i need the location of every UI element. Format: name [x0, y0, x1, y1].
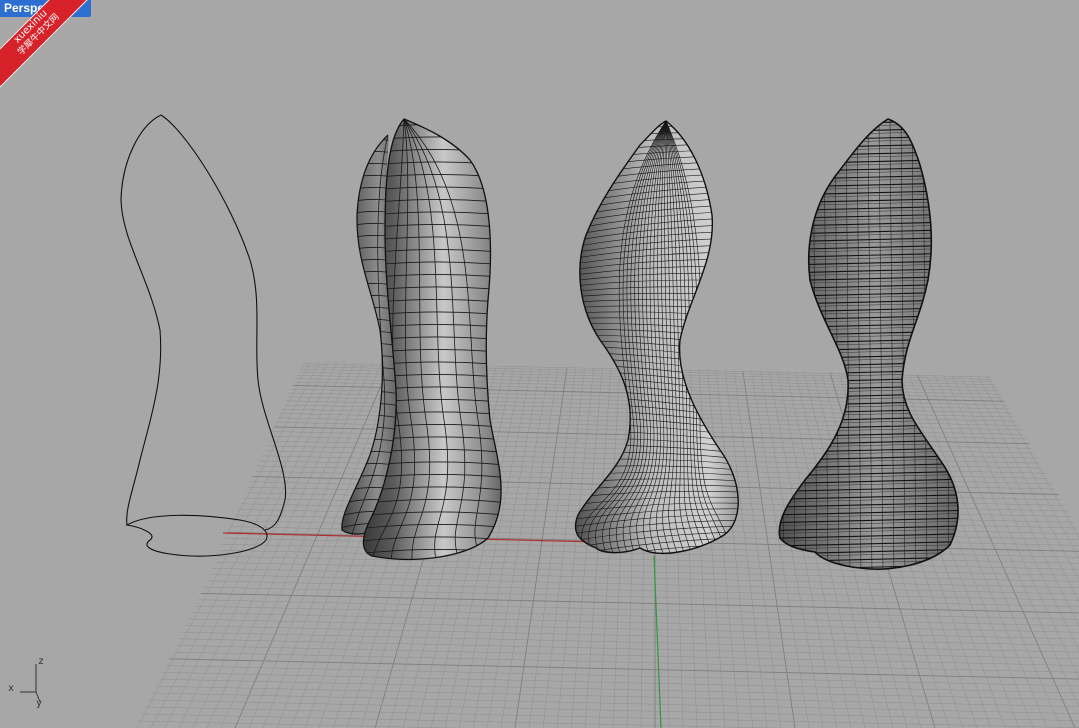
axis-x-label: x: [8, 683, 15, 694]
perspective-viewport[interactable]: Perspective xuexiniu 学犀牛中文网 z x y: [0, 0, 1079, 728]
viewport-title-tab[interactable]: Perspective: [0, 0, 91, 17]
viewport-title[interactable]: Perspective: [4, 1, 71, 16]
viewport-scene[interactable]: [0, 0, 1079, 728]
axis-y-label: y: [36, 698, 43, 709]
axis-z-label: z: [38, 656, 45, 667]
viewport-background: [0, 0, 1079, 728]
